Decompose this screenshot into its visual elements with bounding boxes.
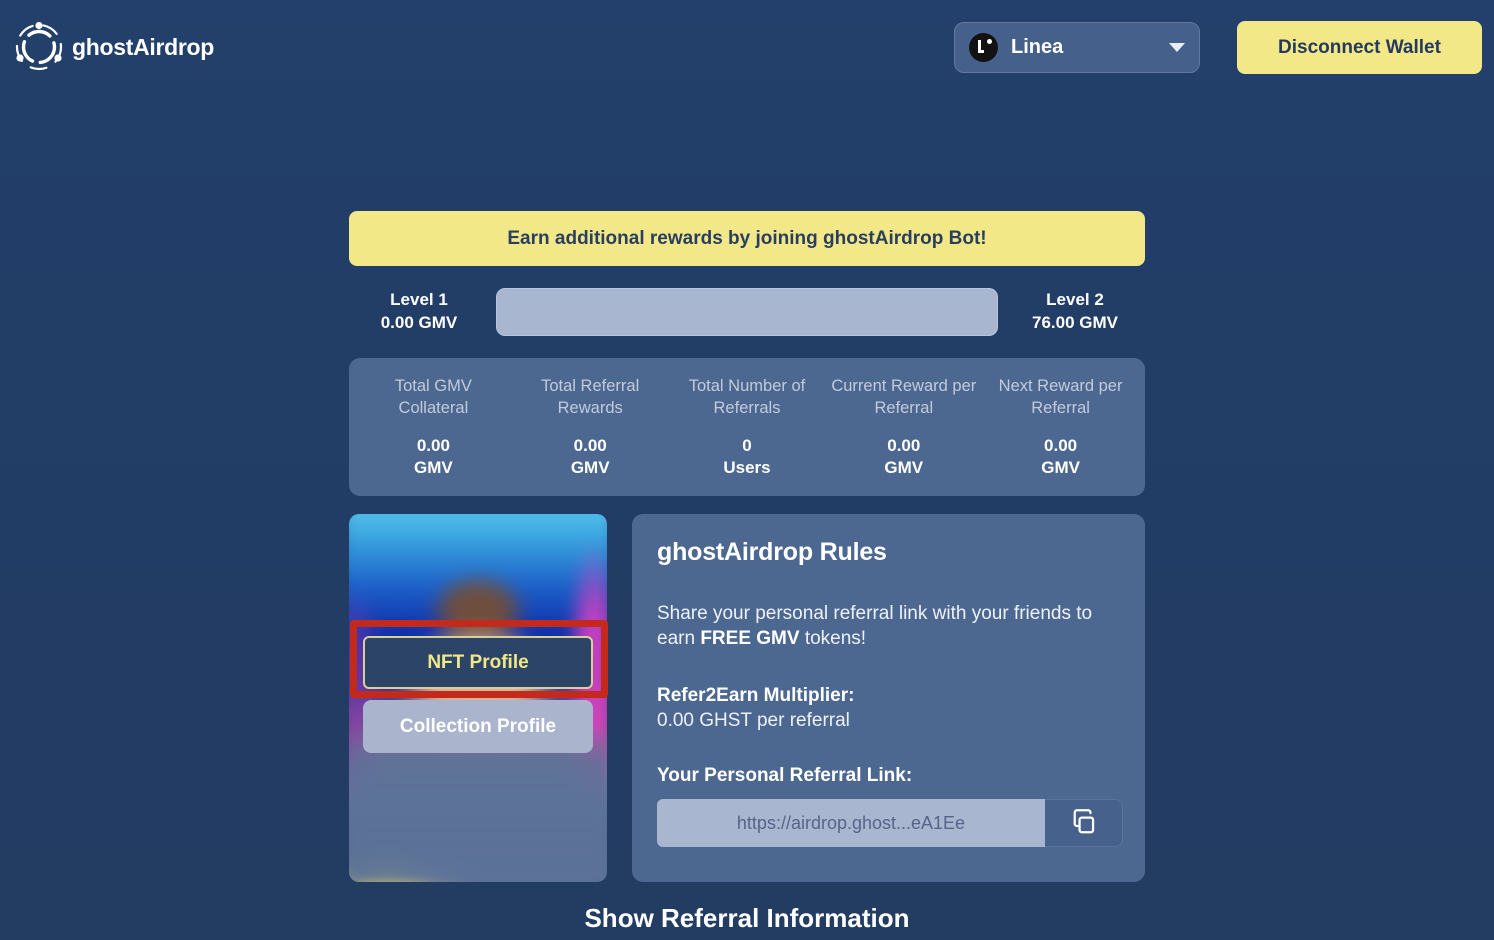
promo-banner[interactable]: Earn additional rewards by joining ghost…	[349, 211, 1145, 266]
stat-label: Current Reward per Referral	[831, 376, 977, 417]
stat-number: 0.00	[416, 436, 450, 456]
brand: ghostAirdrop	[14, 21, 215, 72]
chevron-down-icon	[1169, 43, 1185, 52]
level-progress-bar[interactable]	[496, 287, 998, 336]
stat-next-reward-per-referral: Next Reward per Referral 0.00 GMV	[982, 375, 1139, 480]
referral-input-row	[657, 799, 1123, 848]
stat-number: 0.00	[887, 436, 921, 456]
stat-current-reward-per-referral: Current Reward per Referral 0.00 GMV	[825, 375, 982, 480]
disconnect-wallet-button[interactable]: Disconnect Wallet	[1237, 21, 1482, 74]
level-right: Level 2 76.00 GMV	[1005, 289, 1145, 333]
stat-unit: GMV	[414, 458, 453, 478]
linea-network-icon	[969, 33, 998, 62]
stats-panel: Total GMV Collateral 0.00 GMV Total Refe…	[349, 358, 1145, 496]
level-right-value: 76.00 GMV	[1032, 312, 1118, 332]
stat-total-number-of-referrals: Total Number of Referrals 0 Users	[669, 375, 826, 480]
nft-card-buttons: NFT Profile Collection Profile	[349, 636, 607, 753]
stat-label: Total GMV Collateral	[394, 376, 472, 417]
network-label: Linea	[1011, 36, 1064, 58]
referral-link-label: Your Personal Referral Link:	[657, 765, 913, 787]
level-left-value: 0.00 GMV	[380, 312, 458, 332]
app-header: ghostAirdrop Linea Disconnect Wallet	[0, 0, 1494, 95]
stat-value: 0.00 GMV	[359, 435, 508, 479]
stat-label: Next Reward per Referral	[998, 376, 1123, 417]
multiplier-title: Refer2Earn Multiplier:	[657, 685, 855, 707]
nft-profile-card: NFT Profile Collection Profile	[349, 514, 607, 882]
level-right-title: Level 2	[1046, 290, 1104, 310]
stat-value: 0 Users	[673, 435, 822, 479]
stat-number: 0	[742, 436, 752, 456]
stat-total-referral-rewards: Total Referral Rewards 0.00 GMV	[512, 375, 669, 480]
ghost-airdrop-logo-icon	[14, 21, 64, 72]
rules-body: Share your personal referral link with y…	[657, 601, 1120, 651]
stat-number: 0.00	[573, 436, 607, 456]
stat-label: Total Number of Referrals	[688, 376, 806, 417]
multiplier-block: Refer2Earn Multiplier: 0.00 GHST per ref…	[657, 685, 1120, 732]
stat-label: Total Referral Rewards	[541, 376, 640, 417]
referral-link-input[interactable]	[657, 799, 1045, 848]
rules-card: ghostAirdrop Rules Share your personal r…	[632, 514, 1145, 882]
referral-block: Your Personal Referral Link:	[657, 765, 1123, 848]
stat-unit: GMV	[1041, 458, 1080, 478]
copy-referral-link-button[interactable]	[1045, 799, 1123, 848]
rules-body-emphasis: FREE GMV	[700, 628, 800, 650]
brand-name: ghostAirdrop	[72, 33, 215, 60]
nft-profile-button[interactable]: NFT Profile	[363, 636, 593, 689]
stat-unit: GMV	[884, 458, 924, 478]
network-selector[interactable]: Linea	[954, 22, 1200, 73]
cards-row: NFT Profile Collection Profile ghostAird…	[349, 514, 1145, 882]
level-left-title: Level 1	[390, 290, 448, 310]
stat-number: 0.00	[1044, 436, 1078, 456]
show-referral-information-link[interactable]: Show Referral Information	[0, 903, 1494, 934]
collection-profile-button[interactable]: Collection Profile	[363, 700, 593, 753]
stat-value: 0.00 GMV	[516, 435, 665, 479]
level-left: Level 1 0.00 GMV	[349, 289, 489, 333]
main-content: Earn additional rewards by joining ghost…	[349, 211, 1145, 882]
stat-unit: Users	[723, 458, 771, 478]
stat-unit: GMV	[570, 458, 610, 478]
stat-value: 0.00 GMV	[986, 435, 1135, 479]
multiplier-value: 0.00 GHST per referral	[657, 710, 850, 732]
stat-total-gmv-collateral: Total GMV Collateral 0.00 GMV	[355, 375, 512, 480]
stat-value: 0.00 GMV	[829, 435, 978, 479]
level-progress-row: Level 1 0.00 GMV Level 2 76.00 GMV	[349, 283, 1145, 340]
rules-body-suffix: tokens!	[799, 628, 867, 650]
rules-title: ghostAirdrop Rules	[657, 538, 887, 566]
copy-icon	[1070, 808, 1097, 838]
